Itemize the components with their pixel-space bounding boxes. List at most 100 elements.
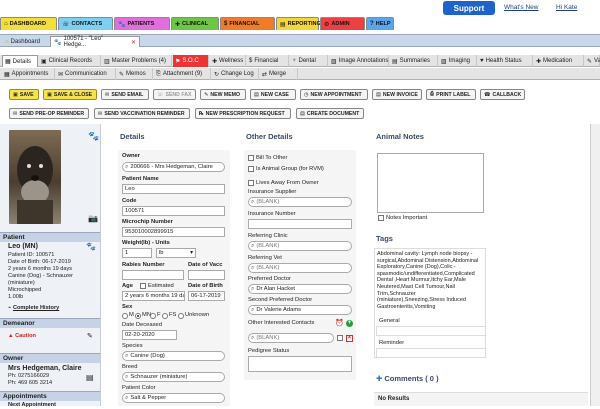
user-greeting-link[interactable]: Hi Kate [556, 4, 577, 11]
lives-away-checkbox[interactable] [248, 180, 254, 186]
patient-record-tab[interactable]: 🐾 100571 - "Leo" Hedge... ✕ [50, 36, 140, 48]
camera-icon[interactable]: 📷 [88, 214, 98, 223]
send-fax-button[interactable]: ☏ SEND FAX [153, 89, 196, 100]
caution-label: ▲ Caution [8, 333, 36, 339]
paw-icon: 🐾 [88, 131, 100, 141]
breed-search-field[interactable]: ⌕ Schnauzer (miniature) [122, 372, 225, 382]
save-close-button[interactable]: ▣ SAVE & CLOSE [43, 89, 97, 100]
notes-important-checkbox[interactable] [378, 215, 384, 221]
microchip-input[interactable]: 953010002899915 [122, 227, 225, 237]
referring-clinic-field[interactable]: ⌕ (BLANK) [248, 241, 352, 251]
preferred-doctor-field[interactable]: ⌕ Dr Alan Hacket [248, 284, 352, 294]
send-pre-op-reminder-button[interactable]: ✉ SEND PRE-OP REMINDER [9, 108, 89, 119]
weight-unit-select[interactable]: lb ▾ [156, 248, 196, 258]
nav-tab-admin[interactable]: ⚙ ADMIN [320, 17, 365, 30]
nav-tab-dashboard[interactable]: ⌂ DASHBOARD [0, 17, 57, 30]
owner-search-field[interactable]: ⌕ 200666 - Mrs Hedgeman, Claire [122, 162, 225, 172]
new-appointment-button[interactable]: ◷ NEW APPOINTMENT [300, 89, 368, 100]
insurance-number-input[interactable] [248, 219, 352, 229]
sex-radio-m[interactable] [122, 313, 128, 319]
tab-appointments[interactable]: ▦ Appointments [2, 68, 55, 80]
rabies-number-input[interactable] [122, 270, 184, 280]
send-vaccination-reminder-button[interactable]: ✉ SEND VACCINATION REMINDER [94, 108, 190, 119]
sex-radio-f[interactable] [150, 313, 156, 319]
nav-tab-patients[interactable]: 🐾 PATIENTS [114, 17, 170, 30]
support-button[interactable]: Support [443, 1, 495, 15]
prescription-icon: ℞ [199, 110, 204, 117]
dashboard-tab[interactable]: ⌂ Dashboard [2, 36, 43, 47]
create-document-button[interactable]: ▤ CREATE DOCUMENT [296, 108, 364, 119]
tab-financial[interactable]: $ Financial [247, 55, 289, 67]
nav-tab-help[interactable]: ? HELP [366, 17, 394, 30]
referring-vet-field[interactable]: ⌕ (BLANK) [248, 263, 352, 273]
tab-medication[interactable]: ✚ Medication [534, 55, 584, 67]
interested-contact-checkbox[interactable] [337, 335, 343, 341]
general-input[interactable] [376, 326, 486, 336]
date-of-vacc-input[interactable] [188, 270, 225, 280]
new-memo-button[interactable]: ✎ NEW MEMO [200, 89, 246, 100]
patient-color-search-field[interactable]: ⌕ Salt & Pepper [122, 393, 225, 403]
print-label-button[interactable]: ⎙ PRINT LABEL [426, 89, 476, 100]
complete-history-link[interactable]: ⌁ Complete History [8, 305, 59, 312]
tab-change-log[interactable]: ↻ Change Log [212, 68, 259, 80]
tab-imaging[interactable]: ▨ Imaging [439, 55, 477, 67]
bill-to-other-checkbox[interactable] [248, 155, 254, 161]
tab-vacc[interactable]: ✎Vacc [585, 55, 600, 67]
new-invoice-button[interactable]: ▤ NEW INVOICE [372, 89, 422, 100]
tab-memos[interactable]: ✎ Memos [117, 68, 153, 80]
tab-summaries[interactable]: ▤ Summaries [390, 55, 438, 67]
tab-communication[interactable]: ✉ Communication [56, 68, 116, 80]
alarm-clock-icon[interactable]: ⏰ [335, 319, 344, 327]
second-preferred-doctor-field[interactable]: ⌕ Dr Valerie Adams [248, 305, 352, 315]
new-prescription-request-button[interactable]: ℞ NEW PRESCRIPTION REQUEST [195, 108, 291, 119]
send-email-button[interactable]: ✉ SEND EMAIL [101, 89, 149, 100]
pedigree-status-input[interactable] [248, 356, 352, 372]
tab-attachment-9[interactable]: ⎘ Attachment (9) [154, 68, 211, 80]
page-scrollbar[interactable] [590, 124, 600, 406]
remove-contact-icon[interactable]: × [346, 335, 353, 342]
age-input[interactable]: 2 years 6 months 19 day [122, 291, 185, 301]
patient-name-input[interactable]: Leo [122, 184, 225, 194]
animal-group-checkbox[interactable] [248, 166, 254, 172]
bill-to-other-label: Bill To Other [256, 155, 288, 161]
save-button[interactable]: ▣ SAVE [9, 89, 39, 100]
nav-tab-financial[interactable]: $ FINANCIAL [220, 17, 275, 30]
scroll-up-arrow[interactable] [593, 126, 598, 131]
close-icon[interactable]: ✕ [131, 39, 136, 46]
whats-new-link[interactable]: What's New [504, 4, 538, 11]
comments-header[interactable]: ✚ Comments ( 0 ) [376, 374, 439, 383]
date-deceased-input[interactable]: 02-20-2020 [122, 330, 177, 340]
tab-clinical-records[interactable]: ▣ Clinical Records [39, 55, 101, 67]
add-contact-icon[interactable]: + [346, 320, 353, 327]
animal-group-label: Is Animal Group (for RVM) [256, 166, 324, 172]
code-input[interactable]: 100571 [122, 206, 225, 216]
date-of-birth-input[interactable]: 06-17-2019 [188, 291, 225, 301]
new-case-button[interactable]: ▤ NEW CASE [250, 89, 296, 100]
tab-details[interactable]: ▦ Details [2, 55, 38, 67]
age-label: Age [122, 283, 133, 289]
tab-merge[interactable]: ⇄ Merge [260, 68, 298, 80]
interested-contacts-field[interactable]: ⌕ (BLANK) [248, 333, 334, 343]
tab-image-annotations[interactable]: ▧ Image Annotations [329, 55, 389, 67]
sex-radio-mn[interactable] [135, 313, 141, 319]
tab-s-o-c[interactable]: ⚑ S.O.C [173, 55, 209, 67]
tab-health-status[interactable]: ♥ Health Status [478, 55, 533, 67]
tab-dental[interactable]: ♆ Dental [290, 55, 328, 67]
weight-input[interactable]: 1 [122, 248, 152, 258]
sex-radio-fs[interactable] [162, 313, 168, 319]
tab-master-problems-4[interactable]: ▥ Master Problems (4) [102, 55, 172, 67]
sex-radio-unknown[interactable] [178, 313, 184, 319]
callback-button[interactable]: ☎ CALLBACK [480, 89, 525, 100]
tab-wellness[interactable]: ✚ Wellness [210, 55, 246, 67]
reminder-input[interactable] [376, 348, 486, 358]
edit-pencil-icon[interactable]: ✎ [87, 332, 93, 340]
nav-tab-contacts[interactable]: ☏ CONTACTS [58, 17, 113, 30]
estimated-checkbox[interactable] [140, 283, 146, 289]
nav-tab-reporting[interactable]: ▤ REPORTING [276, 17, 321, 30]
patient-info-line: 2 years 6 months 19 days [8, 266, 73, 272]
nav-tab-clinical[interactable]: ✚ CLINICAL [171, 17, 219, 30]
species-search-field[interactable]: ⌕ Canine (Dog) [122, 351, 225, 361]
animal-notes-textarea[interactable] [377, 153, 484, 213]
insurance-supplier-field[interactable]: ⌕ (BLANK) [248, 197, 352, 207]
owner-card-icon[interactable]: ▤ [86, 373, 94, 382]
